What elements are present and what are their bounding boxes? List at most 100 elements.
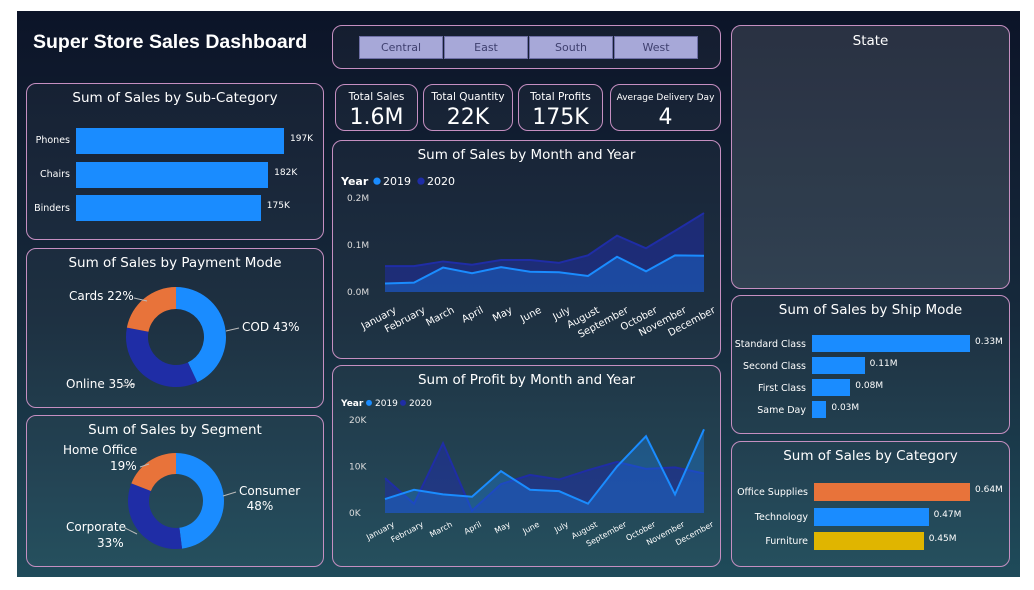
- chart-title: Sum of Sales by Category: [783, 448, 958, 464]
- y-tick-label: 0K: [349, 509, 362, 519]
- donut-label-cod: COD 43%: [242, 320, 300, 334]
- bar-value-phones: 197K: [290, 134, 314, 144]
- bar-technology[interactable]: [814, 508, 929, 526]
- bar-second-class[interactable]: [812, 357, 865, 374]
- kpi-label: Total Profits: [530, 91, 591, 103]
- legend-marker-2019: [373, 177, 381, 185]
- y-tick-label: 0.2M: [347, 194, 369, 204]
- leader-line: [124, 527, 138, 535]
- y-tick-label: 20K: [349, 416, 367, 426]
- bar-first-class[interactable]: [812, 379, 851, 396]
- kpi-average-delivery-day: Average Delivery Day 4: [610, 84, 721, 131]
- bar-value-standard-class: 0.33M: [975, 336, 1003, 347]
- legend-entry-2019[interactable]: 2019: [383, 175, 411, 188]
- x-tick-label-june: June: [520, 520, 541, 537]
- bar-label-chairs: Chairs: [40, 169, 70, 180]
- kpi-total-sales: Total Sales 1.6M: [335, 84, 418, 131]
- donut-label-corporate: Corporate: [66, 520, 126, 534]
- donut-slice-online[interactable]: [126, 327, 198, 387]
- legend-entry-2020[interactable]: 2020: [409, 399, 432, 409]
- donut-label-cards: Cards 22%: [69, 289, 134, 303]
- bar-label-standard-class: Standard Class: [734, 339, 806, 350]
- y-tick-label: 0.1M: [347, 241, 369, 251]
- sales-by-subcategory-card: Sum of Sales by Sub-Category Phones Chai…: [26, 83, 324, 240]
- profit-by-month-chart: Year 2019 20200K10K20KJanuaryFebruary March…: [340, 399, 716, 549]
- donut-pct-consumer: 48%: [246, 499, 274, 513]
- legend-marker-2019: [366, 399, 372, 406]
- legend-title: Year: [340, 175, 369, 188]
- bar-phones[interactable]: [76, 128, 284, 154]
- profit-by-month-card: Sum of Profit by Month and Year Year 2019…: [332, 365, 721, 567]
- donut-slice-home-office[interactable]: [131, 453, 176, 492]
- bar-label-furniture: Furniture: [765, 536, 808, 547]
- bar-furniture[interactable]: [814, 532, 924, 550]
- bar-label-second-class: Second Class: [743, 361, 806, 372]
- bar-value-same-day: 0.03M: [831, 402, 860, 413]
- bar-binders[interactable]: [76, 195, 261, 221]
- donut-slice-corporate[interactable]: [127, 483, 183, 549]
- chart-title: Sum of Sales by Sub-Category: [72, 90, 278, 106]
- kpi-total-profits: Total Profits 175K: [518, 84, 603, 131]
- slicer-south-button[interactable]: South: [529, 36, 613, 59]
- bar-value-chairs: 182K: [274, 168, 298, 178]
- x-tick-label-april: April: [460, 305, 485, 325]
- sales-by-ship-mode-card: Sum of Sales by Ship Mode Standard Class…: [731, 295, 1010, 434]
- kpi-value: 175K: [532, 105, 589, 130]
- y-tick-label: 10K: [349, 463, 367, 473]
- donut-label-home-office: Home Office: [63, 443, 138, 457]
- sales-by-segment-card: Sum of Sales by Segment Consumer 48% Cor…: [26, 415, 324, 567]
- donut-slice-cards[interactable]: [126, 287, 176, 332]
- x-tick-label-may: May: [491, 305, 514, 324]
- sales-by-payment-mode-card: Sum of Sales by Payment Mode COD 43% Onl…: [26, 248, 324, 408]
- legend-entry-2020[interactable]: 2020: [427, 175, 455, 188]
- bar-office-supplies[interactable]: [814, 483, 970, 501]
- donut-pct-home-office: 19%: [110, 459, 137, 473]
- donut-label-consumer: Consumer: [239, 484, 301, 498]
- y-tick-label: 0.0M: [347, 288, 369, 298]
- legend-entry-2019[interactable]: 2019: [375, 399, 398, 409]
- x-tick-label-march: March: [428, 520, 454, 539]
- legend-marker-2020: [400, 399, 406, 406]
- bar-label-technology: Technology: [754, 512, 808, 523]
- x-tick-label-february: February: [389, 520, 425, 545]
- sales-by-month-card: Sum of Sales by Month and Year Year 2019 2…: [332, 140, 721, 359]
- kpi-value: 1.6M: [349, 105, 404, 130]
- bar-value-second-class: 0.11M: [869, 358, 898, 369]
- bar-label-phones: Phones: [35, 135, 70, 146]
- bar-standard-class[interactable]: [812, 335, 970, 352]
- state-map-title: State: [852, 33, 889, 49]
- x-tick-label-april: April: [463, 520, 483, 537]
- x-tick-label-march: March: [424, 305, 456, 329]
- bar-same-day[interactable]: [812, 401, 827, 418]
- bar-label-same-day: Same Day: [757, 405, 806, 416]
- leader-line: [222, 491, 237, 497]
- donut-slice-consumer[interactable]: [176, 453, 225, 549]
- kpi-value: 4: [658, 105, 673, 130]
- donut-label-online: Online 35%: [66, 377, 136, 391]
- sales-by-category-card: Sum of Sales by Category Office Supplies…: [731, 441, 1010, 567]
- page-title: Super Store Sales Dashboard: [33, 31, 308, 53]
- bar-chairs[interactable]: [76, 162, 269, 188]
- legend-marker-2020: [417, 177, 425, 185]
- slicer-west-button[interactable]: West: [614, 36, 698, 59]
- kpi-label: Total Quantity: [431, 91, 505, 103]
- legend-title: Year: [340, 399, 364, 409]
- bar-value-technology: 0.47M: [933, 510, 962, 520]
- donut-pct-corporate: 33%: [97, 536, 124, 550]
- dashboard: Super Store Sales Dashboard Central East…: [17, 11, 1020, 577]
- bar-label-first-class: First Class: [757, 383, 806, 394]
- bar-value-binders: 175K: [266, 201, 290, 211]
- region-slicer: Central East South West: [332, 25, 721, 69]
- bar-value-first-class: 0.08M: [855, 380, 884, 391]
- x-tick-label-may: May: [493, 520, 512, 536]
- bar-value-furniture: 0.45M: [928, 534, 957, 544]
- kpi-label: Total Sales: [348, 91, 405, 103]
- slicer-central-button[interactable]: Central: [359, 36, 443, 59]
- bar-value-office-supplies: 0.64M: [975, 485, 1003, 495]
- kpi-value: 22K: [446, 105, 490, 130]
- chart-title: Sum of Sales by Ship Mode: [778, 302, 963, 318]
- state-map-card[interactable]: State: [731, 25, 1010, 289]
- sales-by-month-chart: Year 2019 20200.0M0.1M0.2MJanuaryFebruaryM…: [340, 175, 718, 341]
- slicer-east-button[interactable]: East: [444, 36, 528, 59]
- leader-line: [225, 327, 240, 332]
